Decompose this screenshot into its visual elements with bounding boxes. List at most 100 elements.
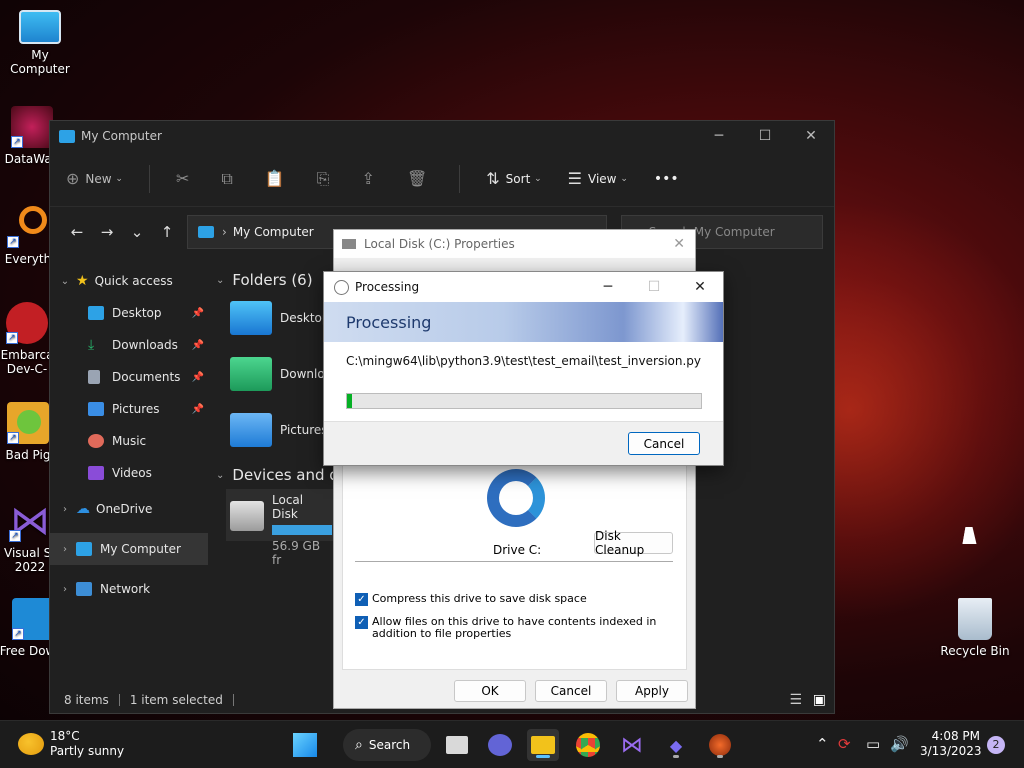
close-button[interactable]: ✕ <box>677 272 723 302</box>
delete-button[interactable]: 🗑 <box>407 169 433 188</box>
chat-button[interactable] <box>484 729 516 761</box>
sidebar-item-desktop[interactable]: Desktop 📌 <box>50 297 208 329</box>
forward-arrow-icon[interactable]: → <box>92 223 122 241</box>
pig-icon: ↗ <box>7 402 49 444</box>
monitor-icon <box>19 10 61 44</box>
window-title: My Computer <box>81 129 162 143</box>
up-arrow-icon[interactable]: ↑ <box>152 223 182 241</box>
dialog-footer: Cancel <box>324 421 723 465</box>
chevron-right-icon: › <box>63 583 67 595</box>
checkmark-icon[interactable]: ✓ <box>355 593 368 606</box>
cancel-button[interactable]: Cancel <box>628 432 700 455</box>
taskbar-file-explorer[interactable] <box>527 729 559 761</box>
task-view-button[interactable] <box>441 729 473 761</box>
properties-titlebar[interactable]: Local Disk (C:) Properties <box>334 230 695 258</box>
new-button[interactable]: ⊕ New ⌄ <box>66 169 123 188</box>
sidebar-item-quick-access[interactable]: ⌄ ★ Quick access <box>50 265 208 297</box>
close-button[interactable]: ✕ <box>788 121 834 151</box>
chevron-down-icon: ⌄ <box>216 469 225 481</box>
notification-badge[interactable]: 2 <box>987 736 1005 754</box>
cancel-button[interactable]: Cancel <box>535 680 607 702</box>
trash-icon: 🗑 <box>406 169 428 188</box>
sidebar-item-music[interactable]: Music <box>50 425 208 457</box>
sidebar-item-onedrive[interactable]: › ☁ OneDrive <box>50 493 208 525</box>
details-view-icon[interactable]: ☰ <box>789 692 802 708</box>
sort-button[interactable]: ⇅ Sort ⌄ <box>486 169 541 188</box>
shortcut-arrow-icon: ↗ <box>7 432 19 444</box>
minimize-button[interactable]: ─ <box>696 121 742 151</box>
sidebar-item-my-computer[interactable]: › My Computer <box>50 533 208 565</box>
taskbar-app-bird[interactable] <box>704 729 736 761</box>
sidebar-item-videos[interactable]: Videos <box>50 457 208 489</box>
windows-logo-icon <box>293 733 317 757</box>
active-indicator <box>536 755 550 758</box>
folder-desktop[interactable]: Desktop <box>230 301 330 335</box>
cut-button[interactable]: ✂ <box>176 169 195 188</box>
weather-widget[interactable]: 18°C Partly sunny <box>18 729 124 759</box>
display-icon[interactable]: ▭ <box>866 735 880 753</box>
disk-cleanup-button[interactable]: Disk Cleanup <box>594 529 673 557</box>
magnifier-icon: ↗ <box>7 206 49 248</box>
current-file-path: C:\mingw64\lib\python3.9\test\test_email… <box>346 354 702 368</box>
desktop-folder-icon <box>230 301 272 335</box>
sidebar-item-network[interactable]: › Network <box>50 573 208 605</box>
shortcut-arrow-icon: ↗ <box>6 332 18 344</box>
hard-drive-icon <box>230 501 264 531</box>
document-icon <box>88 370 100 384</box>
share-icon: ⇪ <box>361 169 375 188</box>
back-arrow-icon[interactable]: ← <box>62 223 92 241</box>
taskbar-devtool[interactable]: ◆ <box>660 729 692 761</box>
chevron-right-icon: › <box>63 503 67 515</box>
status-divider <box>118 694 120 706</box>
minimize-button[interactable]: ─ <box>585 272 631 302</box>
visual-studio-icon: ⋈ ↗ <box>9 498 50 544</box>
download-arrow-icon: ⤓ <box>88 337 95 353</box>
desktop-icon-recycle-bin[interactable]: Recycle Bin <box>935 598 1015 658</box>
taskbar-visual-studio[interactable]: ⋈ <box>616 729 648 761</box>
view-button[interactable]: ☰ View ⌄ <box>568 169 628 188</box>
paste-button[interactable]: 📋 <box>265 169 291 188</box>
index-checkbox-row[interactable]: ✓ Allow files on this drive to have cont… <box>355 616 675 640</box>
shortcut-arrow-icon: ↗ <box>11 136 23 148</box>
folder-pictures[interactable]: Pictures <box>230 413 328 447</box>
close-icon[interactable]: ✕ <box>673 236 685 252</box>
monitor-icon <box>59 129 75 143</box>
visual-studio-icon: ⋈ <box>621 732 643 758</box>
folder-downloads[interactable]: Downlo <box>230 357 325 391</box>
cloud-icon: ☁ <box>76 501 90 517</box>
checkmark-icon[interactable]: ✓ <box>355 616 368 629</box>
apply-button[interactable]: Apply <box>616 680 688 702</box>
desktop-icon-my-computer[interactable]: My Computer <box>0 10 80 76</box>
taskbar-search[interactable]: ⌕ Search <box>343 729 431 761</box>
ok-button[interactable]: OK <box>454 680 526 702</box>
sort-icon: ⇅ <box>486 169 500 188</box>
drive-usage-bar <box>272 525 332 535</box>
folder-icon <box>531 736 555 754</box>
clock[interactable]: 4:08 PM 3/13/2023 <box>920 729 982 759</box>
maximize-button: ☐ <box>647 279 661 295</box>
drive-local-disk-c[interactable]: Local Disk 56.9 GB fr <box>226 489 336 567</box>
video-icon <box>88 466 104 480</box>
sidebar-item-downloads[interactable]: ⤓ Downloads 📌 <box>50 329 208 361</box>
processing-dialog: Processing ─ ☐ ✕ Processing C:\mingw64\l… <box>323 271 724 466</box>
volume-icon[interactable]: 🔊 <box>890 735 909 753</box>
recent-chevron-icon[interactable]: ⌄ <box>122 223 152 241</box>
start-button[interactable] <box>289 729 321 761</box>
compress-checkbox-row[interactable]: ✓ Compress this drive to save disk space <box>355 593 587 606</box>
rename-button[interactable]: ⎘ <box>317 169 336 189</box>
taskbar: 18°C Partly sunny ⌕ Search ⋈ ◆ ⌃ ⟳ ▭ 🔊 4… <box>0 720 1024 768</box>
toolbar-divider <box>459 164 461 193</box>
maximize-button[interactable]: ☐ <box>742 121 788 151</box>
copy-button[interactable]: ⧉ <box>221 169 238 189</box>
chevron-up-icon[interactable]: ⌃ <box>816 735 829 753</box>
task-view-icon <box>446 736 468 754</box>
more-button[interactable]: ••• <box>654 171 679 187</box>
taskbar-chrome[interactable] <box>572 729 604 761</box>
sidebar-item-pictures[interactable]: Pictures 📌 <box>50 393 208 425</box>
share-button[interactable]: ⇪ <box>362 169 381 188</box>
sidebar-item-documents[interactable]: Documents 📌 <box>50 361 208 393</box>
tiles-view-icon[interactable]: ▣ <box>813 692 826 708</box>
processing-banner: Processing <box>324 302 723 342</box>
sync-icon[interactable]: ⟳ <box>838 735 851 753</box>
downloads-folder-icon <box>230 357 272 391</box>
